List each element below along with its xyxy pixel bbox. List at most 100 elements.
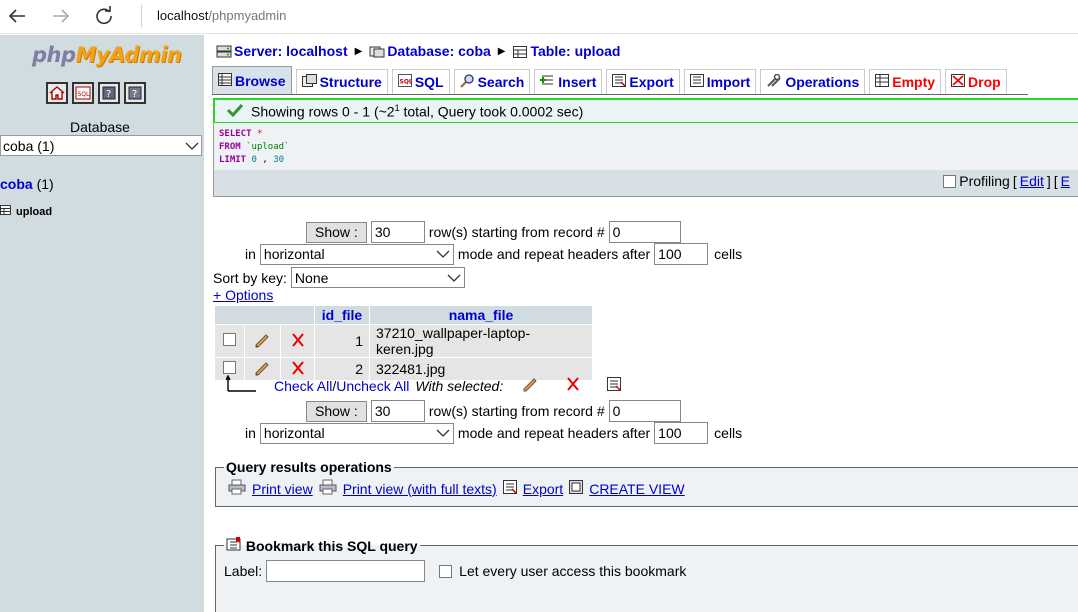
mode-select[interactable]: horizontal xyxy=(259,243,454,265)
tab-insert[interactable]: Insert xyxy=(534,69,603,94)
rows-text: row(s) starting from record # xyxy=(428,403,605,419)
sidebar-item-upload[interactable]: upload xyxy=(0,205,52,218)
tab-bar-underline xyxy=(212,94,1028,95)
options-link[interactable]: + Options xyxy=(213,287,273,303)
export-link[interactable]: Export xyxy=(523,481,563,497)
start-record-input[interactable]: 0 xyxy=(608,221,681,243)
uncheck-all-link[interactable]: Uncheck All xyxy=(336,378,409,394)
checkmark-icon xyxy=(226,103,244,120)
tab-empty[interactable]: Empty xyxy=(869,69,942,94)
query-ops-legend: Query results operations xyxy=(226,459,392,475)
tab-drop[interactable]: Drop xyxy=(945,69,1007,94)
main-frame: Server: localhost ▶ Database: coba ▶ Tab… xyxy=(212,35,1078,612)
tab-import[interactable]: Import xyxy=(683,69,757,94)
query-window-icon[interactable]: SQL xyxy=(72,82,94,104)
insert-icon xyxy=(540,74,555,90)
repeat-headers-input[interactable]: 100 xyxy=(654,422,709,444)
phpmyadmin-logo[interactable]: phpMyAdmin xyxy=(32,43,182,67)
tab-export[interactable]: Export xyxy=(606,69,680,94)
start-record-input[interactable]: 0 xyxy=(608,400,681,422)
row-edit-cell xyxy=(244,325,281,357)
every-user-checkbox[interactable] xyxy=(439,564,453,578)
pencil-icon[interactable] xyxy=(253,333,271,351)
breadcrumb-database[interactable]: Database: coba xyxy=(387,43,490,59)
import-icon xyxy=(689,74,704,90)
show-button[interactable]: Show : xyxy=(306,221,367,243)
bookmark-label-text: Label: xyxy=(224,563,263,579)
sort-select[interactable]: None xyxy=(290,267,465,288)
sql-query-box: SELECT * FROM `upload` LIMIT 0 , 30 Prof… xyxy=(213,123,1078,197)
export-icon xyxy=(502,480,517,497)
print-full-texts-link[interactable]: Print view (with full texts) xyxy=(343,481,497,497)
row-checkbox[interactable] xyxy=(222,333,236,346)
delete-x-icon[interactable] xyxy=(290,332,306,351)
operations-icon xyxy=(766,73,782,91)
database-link-coba[interactable]: coba xyxy=(0,176,33,192)
bookmark-label-input[interactable] xyxy=(266,560,426,582)
profiling-control: Profiling [ Edit ] [ E xyxy=(943,173,1070,189)
profiling-label: Profiling xyxy=(959,173,1010,189)
options-toggle: + Options xyxy=(213,287,273,303)
database-link: coba (1) xyxy=(0,176,54,192)
drop-icon xyxy=(951,74,966,90)
in-text: in xyxy=(245,425,256,441)
sort-row: Sort by key: None xyxy=(213,267,465,288)
sql-docs-icon[interactable]: ? xyxy=(124,82,146,104)
frame-divider[interactable] xyxy=(204,35,212,612)
toolbar-divider xyxy=(141,5,142,27)
show-button[interactable]: Show : xyxy=(306,400,367,422)
bookmark-fieldset: Bookmark this SQL query Label: Let every… xyxy=(215,537,1078,612)
mode-select[interactable]: horizontal xyxy=(259,422,454,444)
sql-icon: SQL xyxy=(397,74,413,90)
home-icon[interactable] xyxy=(46,82,68,104)
tab-structure[interactable]: Structure xyxy=(295,69,388,94)
explain-link[interactable]: E xyxy=(1061,173,1070,189)
column-header-nama-file[interactable]: nama_file xyxy=(370,306,592,324)
back-arrow-icon[interactable] xyxy=(4,4,30,28)
docs-icon[interactable]: ? xyxy=(98,82,120,104)
cell-id-file: 1 xyxy=(315,325,369,357)
printer-icon xyxy=(228,479,246,498)
server-icon xyxy=(216,45,232,58)
url-path: /phpmyadmin xyxy=(208,8,287,23)
address-bar[interactable]: localhost/phpmyadmin xyxy=(157,8,286,23)
tab-browse[interactable]: Browse xyxy=(212,66,292,94)
breadcrumb-table[interactable]: Table: upload xyxy=(531,43,621,59)
top-nav-row: Show : 30 row(s) starting from record # … xyxy=(306,221,681,243)
tab-label: Insert xyxy=(558,74,597,90)
tab-search[interactable]: Search xyxy=(453,69,531,94)
breadcrumb: Server: localhost ▶ Database: coba ▶ Tab… xyxy=(216,43,620,59)
print-view-link[interactable]: Print view xyxy=(252,481,313,497)
row-delete-cell xyxy=(281,325,314,357)
refresh-icon[interactable] xyxy=(91,4,117,28)
row-select-cell xyxy=(215,325,244,357)
mode-text: mode and repeat headers after xyxy=(457,425,651,441)
search-icon xyxy=(459,73,475,91)
column-header-id-file[interactable]: id_file xyxy=(315,306,369,324)
forward-arrow-icon[interactable] xyxy=(48,4,74,28)
delete-x-icon[interactable] xyxy=(565,376,581,395)
create-view-link[interactable]: CREATE VIEW xyxy=(589,481,684,497)
tab-sql[interactable]: SQL SQL xyxy=(391,69,450,94)
chevron-down-icon xyxy=(447,270,461,286)
repeat-headers-input[interactable]: 100 xyxy=(654,243,709,265)
rows-input[interactable]: 30 xyxy=(370,221,425,243)
edit-link[interactable]: Edit xyxy=(1020,173,1044,189)
tab-operations[interactable]: Operations xyxy=(760,69,866,94)
export-icon[interactable] xyxy=(607,377,622,394)
bookmark-icon xyxy=(226,537,242,554)
arrow-up-left-icon xyxy=(225,374,258,396)
breadcrumb-server[interactable]: Server: localhost xyxy=(234,43,348,59)
profiling-checkbox[interactable] xyxy=(943,174,957,188)
every-user-label: Let every user access this bookmark xyxy=(459,563,687,579)
check-all-link[interactable]: Check All xyxy=(274,378,332,394)
bookmark-legend: Bookmark this SQL query xyxy=(224,537,420,554)
database-select[interactable]: coba (1) xyxy=(0,135,202,156)
row-checkbox[interactable] xyxy=(222,361,236,374)
chevron-down-icon xyxy=(436,246,450,262)
tab-bar: Browse Structure SQL SQL Search Insert E… xyxy=(212,66,1007,94)
table-icon xyxy=(512,45,527,58)
pencil-icon[interactable] xyxy=(521,376,539,395)
rows-input[interactable]: 30 xyxy=(370,400,425,422)
mode-text: mode and repeat headers after xyxy=(457,246,651,262)
